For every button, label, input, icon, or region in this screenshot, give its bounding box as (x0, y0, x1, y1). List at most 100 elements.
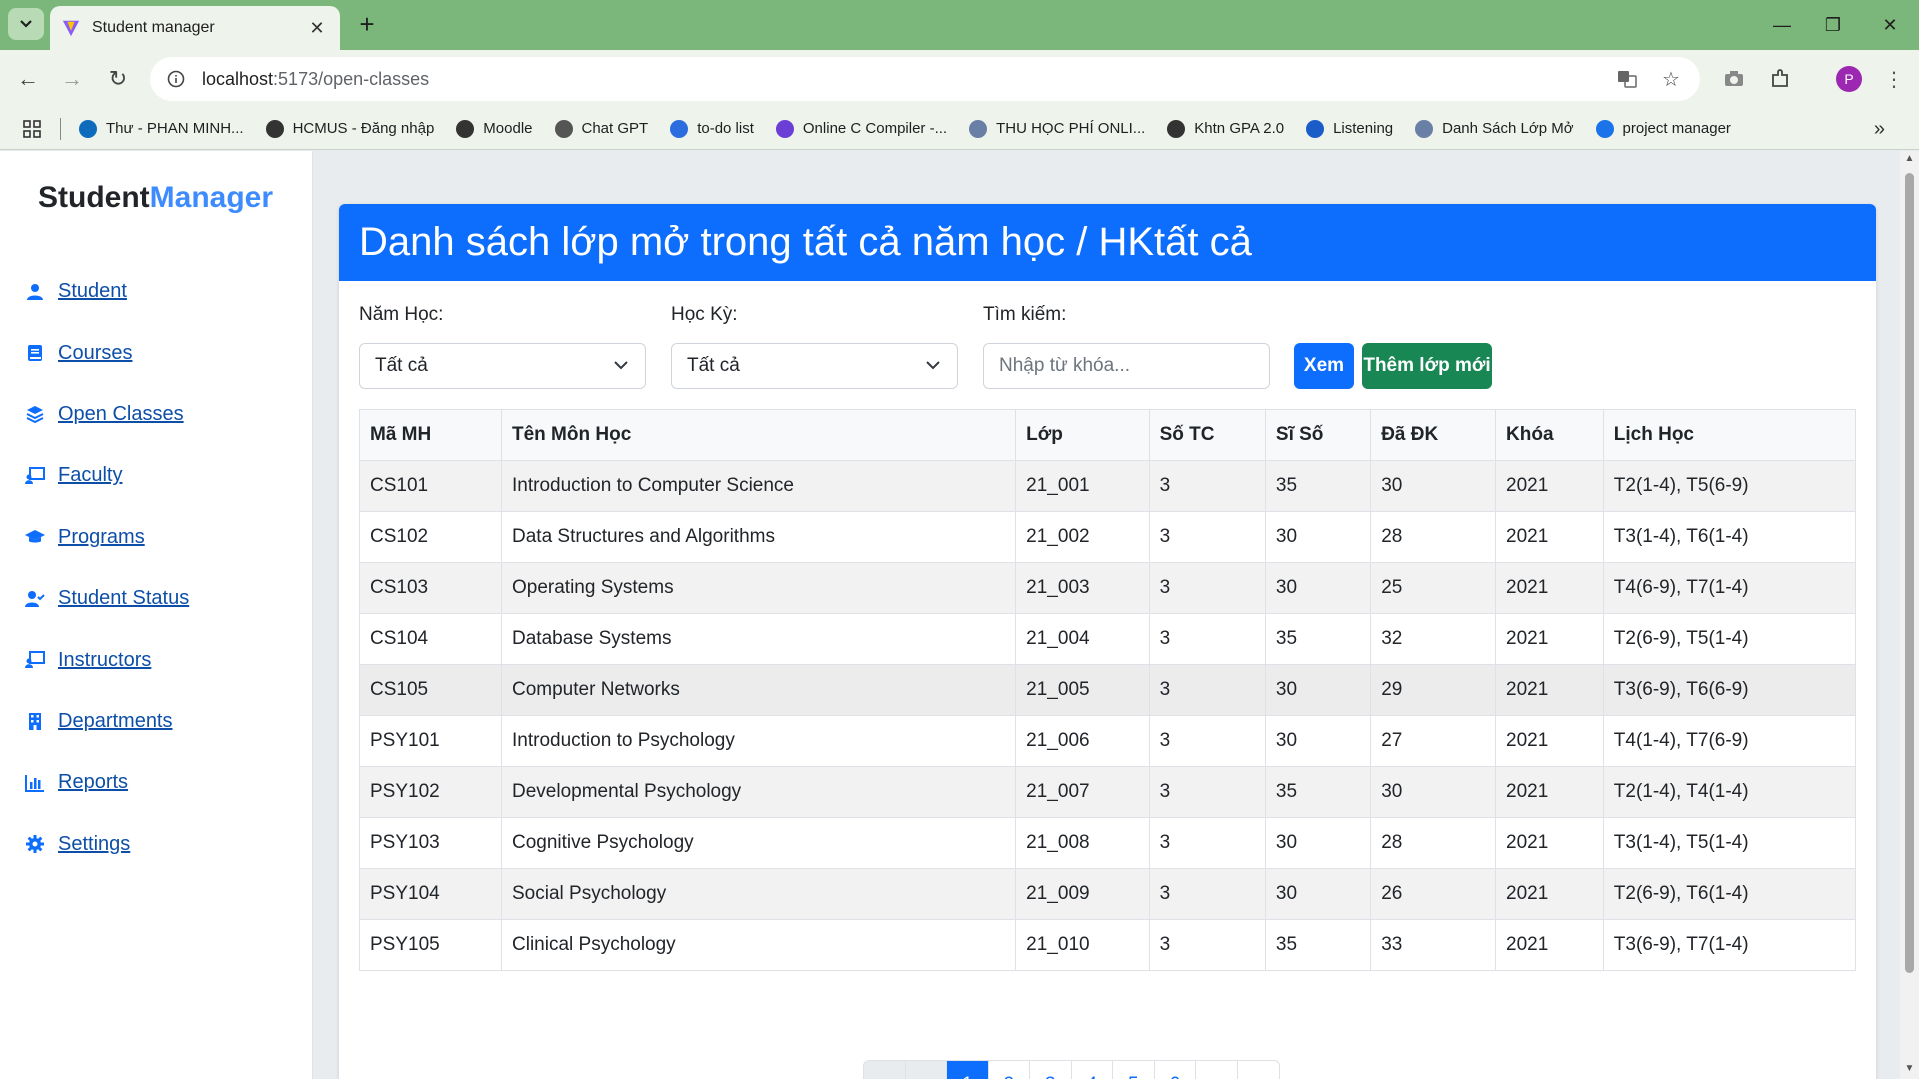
browser-menu-icon[interactable]: ⋮ (1878, 63, 1910, 95)
table-cell: 21_007 (1015, 766, 1150, 818)
bookmark-item[interactable]: Online C Compiler -... (775, 119, 947, 138)
book-icon (24, 342, 46, 364)
bookmark-item[interactable]: to-do list (670, 119, 754, 138)
table-cell: T2(1-4), T5(6-9) (1602, 460, 1857, 512)
sidebar-item-label[interactable]: Settings (58, 833, 130, 856)
apps-grid-icon[interactable] (20, 117, 44, 141)
table-row[interactable]: PSY103 Cognitive Psychology 21_008 3 30 28 202… (359, 817, 1857, 869)
table-cell: 21_006 (1015, 715, 1150, 767)
bookmark-item[interactable]: Khtn GPA 2.0 (1167, 119, 1284, 138)
building-icon (24, 710, 46, 732)
table-row[interactable]: PSY102 Developmental Psychology 21_007 3 35 3… (359, 766, 1857, 818)
scrollbar-thumb[interactable] (1905, 173, 1914, 973)
restore-icon[interactable]: ❐ (1813, 10, 1853, 40)
table-row[interactable]: PSY105 Clinical Psychology 21_010 3 35 33 2021… (359, 919, 1857, 971)
chevron-down-icon (614, 361, 628, 370)
bookmark-star-icon[interactable]: ☆ (1656, 64, 1686, 94)
sidebar-item-instructors[interactable]: Instructors (24, 629, 189, 690)
camera-icon[interactable] (1718, 63, 1750, 95)
next-page-button[interactable]: › (1196, 1061, 1238, 1079)
table-cell: 33 (1370, 919, 1497, 971)
address-bar[interactable]: localhost:5173/open-classes ☆ (150, 57, 1700, 101)
bookmark-item[interactable]: Listening (1306, 119, 1393, 138)
site-info-icon[interactable] (164, 67, 188, 91)
sidebar-item-faculty[interactable]: Faculty (24, 445, 189, 506)
bookmark-item[interactable]: project manager (1595, 119, 1731, 138)
bookmark-item[interactable]: HCMUS - Đăng nhập (265, 119, 435, 138)
table-row[interactable]: CS102 Data Structures and Algorithms 21_00… (359, 511, 1857, 563)
table-cell: 2021 (1495, 868, 1604, 920)
reload-icon[interactable]: ↻ (102, 63, 134, 95)
sidebar-item-label[interactable]: Student (58, 280, 127, 303)
sidebar-item-student-status[interactable]: Student Status (24, 568, 189, 629)
sidebar-item-departments[interactable]: Departments (24, 691, 189, 752)
bookmark-item[interactable]: Chat GPT (554, 119, 648, 138)
table-cell: T2(6-9), T5(1-4) (1602, 613, 1857, 665)
scroll-down-icon[interactable]: ▼ (1904, 1063, 1915, 1074)
sidebar-item-label[interactable]: Instructors (58, 649, 151, 672)
semester-select[interactable]: Tất cả (671, 343, 958, 389)
table-cell: 21_002 (1015, 511, 1150, 563)
translate-icon[interactable] (1612, 64, 1642, 94)
sidebar-item-programs[interactable]: Programs (24, 507, 189, 568)
vite-icon (62, 20, 80, 37)
view-button[interactable]: Xem (1294, 343, 1354, 389)
page-scrollbar[interactable]: ▲ ▼ (1900, 151, 1919, 1079)
browser-tab-active[interactable]: Student manager ✕ (50, 6, 340, 50)
close-tab-icon[interactable]: ✕ (306, 18, 328, 39)
table-row[interactable]: PSY104 Social Psychology 21_009 3 30 26 2021 T2… (359, 868, 1857, 920)
new-tab-button[interactable]: + (352, 10, 382, 40)
page-button-4[interactable]: 4 (1072, 1061, 1113, 1079)
bookmark-label: HCMUS - Đăng nhập (292, 120, 435, 137)
sidebar-item-reports[interactable]: Reports (24, 752, 189, 813)
table-cell: 30 (1264, 664, 1372, 716)
filter-bar: Năm Học: Tất cả Học Kỳ: Tất cả Tìm kiếm:… (359, 304, 1859, 394)
bookmark-item[interactable]: THU HỌC PHÍ ONLI... (969, 119, 1145, 138)
page-button-3[interactable]: 3 (1030, 1061, 1072, 1079)
url-text[interactable]: localhost:5173/open-classes (202, 69, 1612, 90)
bookmark-item[interactable]: Moodle (456, 119, 533, 138)
sidebar-item-courses[interactable]: Courses (24, 322, 189, 383)
page-button-6[interactable]: 6 (1155, 1061, 1196, 1079)
sidebar-item-label[interactable]: Reports (58, 771, 128, 794)
page-button-1[interactable]: 1 (947, 1061, 989, 1079)
last-page-button[interactable]: » (1238, 1061, 1280, 1079)
table-cell: 26 (1370, 868, 1497, 920)
table-row[interactable]: CS104 Database Systems 21_004 3 35 32 2021 T2(6… (359, 613, 1857, 665)
table-row[interactable]: CS101 Introduction to Computer Science 21_… (359, 460, 1857, 512)
year-select-value: Tất cả (375, 355, 428, 376)
page-button-5[interactable]: 5 (1113, 1061, 1155, 1079)
bookmark-item[interactable]: Danh Sách Lớp Mở (1415, 119, 1574, 138)
table-cell: PSY103 (359, 817, 502, 869)
table-cell: 35 (1264, 766, 1372, 818)
sidebar-item-label[interactable]: Student Status (58, 587, 189, 610)
scroll-up-icon[interactable]: ▲ (1904, 153, 1915, 164)
back-icon[interactable]: ← (12, 63, 44, 95)
table-row[interactable]: CS105 Computer Networks 21_005 3 30 29 2021 T3(… (359, 664, 1857, 716)
tab-search-button[interactable] (8, 8, 44, 40)
more-bookmarks-icon[interactable]: » (1874, 118, 1885, 141)
minimize-icon[interactable]: — (1762, 10, 1802, 40)
sidebar-item-label[interactable]: Open Classes (58, 403, 184, 426)
page-button-2[interactable]: 2 (989, 1061, 1030, 1079)
sidebar-item-student[interactable]: Student (24, 261, 189, 322)
sidebar-item-label[interactable]: Courses (58, 342, 132, 365)
forward-icon[interactable]: → (56, 63, 88, 95)
extensions-icon[interactable] (1764, 63, 1796, 95)
sidebar-item-label[interactable]: Faculty (58, 464, 122, 487)
sidebar-item-label[interactable]: Programs (58, 526, 145, 549)
table-row[interactable]: PSY101 Introduction to Psychology 21_006 3 3… (359, 715, 1857, 767)
sidebar-item-settings[interactable]: Settings (24, 814, 189, 875)
sidebar-item-open-classes[interactable]: Open Classes (24, 384, 189, 445)
table-cell: 21_005 (1015, 664, 1150, 716)
search-input[interactable] (983, 343, 1270, 389)
table-cell: 3 (1148, 766, 1266, 818)
year-select[interactable]: Tất cả (359, 343, 646, 389)
close-window-icon[interactable]: ✕ (1870, 10, 1910, 40)
profile-avatar[interactable]: P (1836, 66, 1862, 92)
add-class-button[interactable]: Thêm lớp mới (1362, 343, 1492, 389)
bookmark-item[interactable]: Thư - PHAN MINH... (79, 119, 244, 138)
sidebar-item-label[interactable]: Departments (58, 710, 173, 733)
table-row[interactable]: CS103 Operating Systems 21_003 3 30 25 2021 T4(… (359, 562, 1857, 614)
brand-logo[interactable]: StudentManager (38, 181, 273, 215)
